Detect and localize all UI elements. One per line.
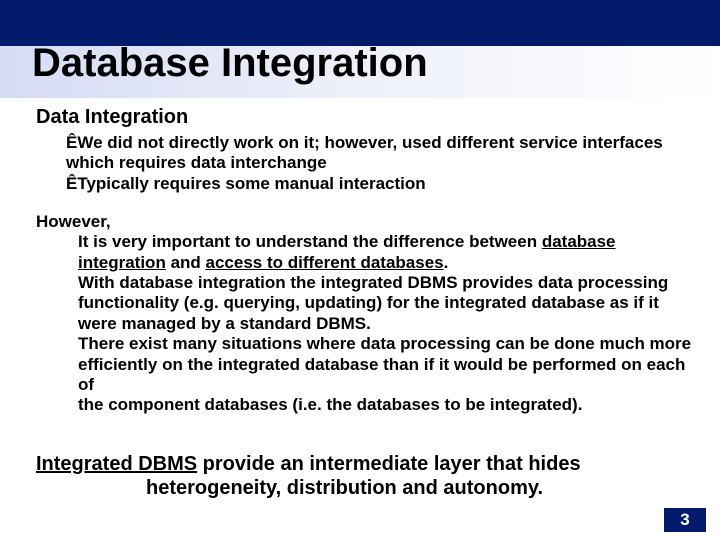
- bullet-item: ÊWe did not directly work on it; however…: [66, 133, 692, 174]
- page-number: 3: [680, 510, 689, 530]
- para-text: It is very important to understand the d…: [78, 232, 542, 251]
- arrow-icon: Ê: [66, 174, 77, 193]
- slide: Database Integration Data Integration ÊW…: [0, 0, 720, 540]
- para-text: There exist many situations where data p…: [78, 334, 691, 394]
- bullet-list: ÊWe did not directly work on it; however…: [66, 133, 692, 194]
- summary-block: Integrated DBMS provide an intermediate …: [36, 452, 692, 500]
- bullet-text: We did not directly work on it; however,…: [66, 133, 663, 172]
- para-text: With database integration the integrated…: [78, 273, 668, 333]
- summary-text: provide an intermediate layer that hides: [197, 453, 580, 475]
- bullet-item: ÊTypically requires some manual interact…: [66, 174, 692, 194]
- slide-title: Database Integration: [32, 41, 428, 86]
- bullet-text: Typically requires some manual interacti…: [77, 174, 425, 193]
- header-bar: [0, 0, 720, 46]
- para-text: .: [444, 253, 449, 272]
- page-number-box: 3: [664, 508, 706, 532]
- summary-line2: heterogeneity, distribution and autonomy…: [146, 476, 692, 500]
- paragraph-block: It is very important to understand the d…: [78, 232, 692, 416]
- content-area: Data Integration ÊWe did not directly wo…: [36, 106, 692, 416]
- underline-text: Integrated DBMS: [36, 453, 197, 475]
- sub-heading: Data Integration: [36, 106, 692, 129]
- para-text: the component databases (i.e. the databa…: [78, 395, 582, 414]
- arrow-icon: Ê: [66, 133, 77, 152]
- para-text: and: [166, 253, 206, 272]
- however-label: However,: [36, 212, 692, 232]
- underline-text: access to different databases: [206, 253, 444, 272]
